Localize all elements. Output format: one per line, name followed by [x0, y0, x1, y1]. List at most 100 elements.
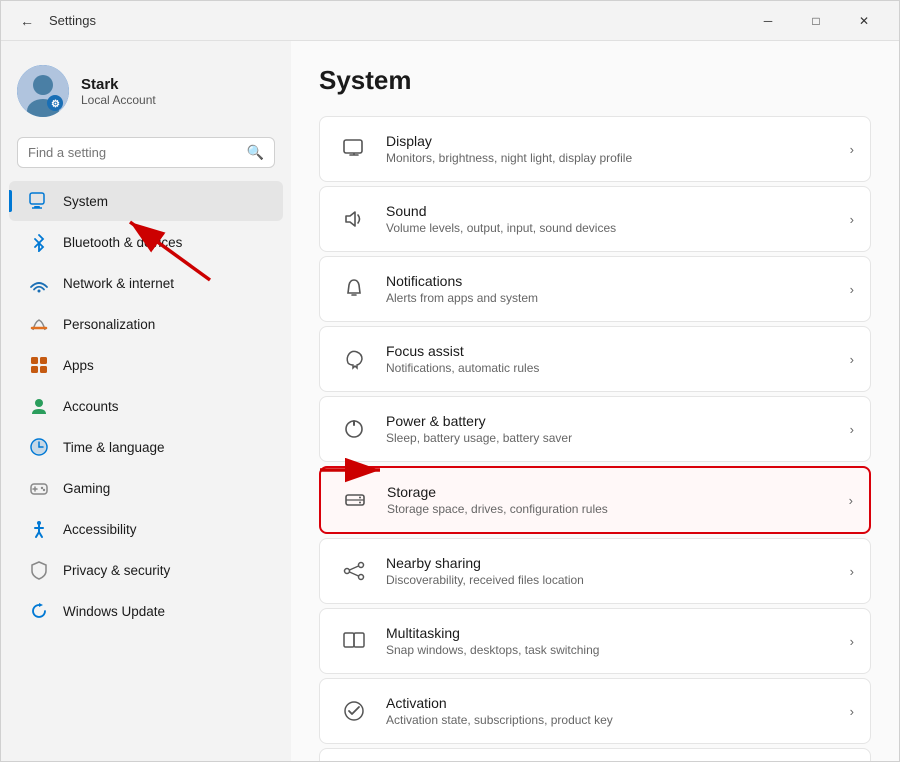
accounts-icon: [29, 396, 49, 416]
sidebar-item-bluetooth-label: Bluetooth & devices: [63, 235, 182, 250]
sidebar-item-privacy[interactable]: Privacy & security: [9, 550, 283, 590]
minimize-button[interactable]: ─: [745, 5, 791, 37]
system-icon: [29, 191, 49, 211]
sidebar-item-windows-update-label: Windows Update: [63, 604, 165, 619]
sidebar-item-personalization[interactable]: Personalization: [9, 304, 283, 344]
window-controls: ─ □ ✕: [745, 5, 887, 37]
gaming-icon: [29, 478, 49, 498]
multitasking-text: Multitasking Snap windows, desktops, tas…: [386, 625, 842, 657]
activation-title: Activation: [386, 695, 842, 711]
settings-item-display[interactable]: Display Monitors, brightness, night ligh…: [319, 116, 871, 182]
sidebar-item-network[interactable]: Network & internet: [9, 263, 283, 303]
sidebar-item-bluetooth[interactable]: Bluetooth & devices: [9, 222, 283, 262]
profile-section[interactable]: ⚙ Stark Local Account: [1, 57, 291, 137]
notifications-icon: [336, 271, 372, 307]
power-desc: Sleep, battery usage, battery saver: [386, 431, 842, 445]
profile-sub: Local Account: [81, 93, 156, 107]
sidebar-item-time-label: Time & language: [63, 440, 165, 455]
activation-chevron: ›: [850, 704, 854, 719]
sidebar-item-accounts[interactable]: Accounts: [9, 386, 283, 426]
settings-item-focus[interactable]: Focus assist Notifications, automatic ru…: [319, 326, 871, 392]
display-chevron: ›: [850, 142, 854, 157]
sidebar-item-apps-label: Apps: [63, 358, 94, 373]
profile-info: Stark Local Account: [81, 76, 156, 107]
sidebar-item-accessibility-label: Accessibility: [63, 522, 137, 537]
sidebar-item-windows-update[interactable]: Windows Update: [9, 591, 283, 631]
settings-item-notifications[interactable]: Notifications Alerts from apps and syste…: [319, 256, 871, 322]
nearby-icon: [336, 553, 372, 589]
focus-text: Focus assist Notifications, automatic ru…: [386, 343, 842, 375]
sidebar-item-system[interactable]: System: [9, 181, 283, 221]
search-input[interactable]: [28, 145, 239, 160]
sound-chevron: ›: [850, 212, 854, 227]
window-title: Settings: [49, 13, 745, 28]
maximize-button[interactable]: □: [793, 5, 839, 37]
content-area: ⚙ Stark Local Account 🔍 Sy: [1, 41, 899, 761]
sidebar-item-apps[interactable]: Apps: [9, 345, 283, 385]
personalization-icon: [29, 314, 49, 334]
nearby-chevron: ›: [850, 564, 854, 579]
activation-text: Activation Activation state, subscriptio…: [386, 695, 842, 727]
sidebar-item-privacy-label: Privacy & security: [63, 563, 170, 578]
focus-icon: [336, 341, 372, 377]
settings-item-power[interactable]: Power & battery Sleep, battery usage, ba…: [319, 396, 871, 462]
activation-icon: [336, 693, 372, 729]
sidebar-nav: System Bluetooth & devices: [1, 180, 291, 632]
settings-item-storage[interactable]: Storage Storage space, drives, configura…: [319, 466, 871, 534]
focus-chevron: ›: [850, 352, 854, 367]
search-icon: 🔍: [247, 144, 264, 161]
profile-name: Stark: [81, 76, 156, 93]
power-chevron: ›: [850, 422, 854, 437]
display-icon: [336, 131, 372, 167]
display-text: Display Monitors, brightness, night ligh…: [386, 133, 842, 165]
settings-item-activation[interactable]: Activation Activation state, subscriptio…: [319, 678, 871, 744]
storage-icon: [337, 482, 373, 518]
notifications-desc: Alerts from apps and system: [386, 291, 842, 305]
storage-title: Storage: [387, 484, 841, 500]
search-box[interactable]: 🔍: [17, 137, 275, 168]
settings-window: ← Settings ─ □ ✕ ⚙: [0, 0, 900, 762]
avatar: ⚙: [17, 65, 69, 117]
privacy-icon: [29, 560, 49, 580]
power-text: Power & battery Sleep, battery usage, ba…: [386, 413, 842, 445]
sidebar: ⚙ Stark Local Account 🔍 Sy: [1, 41, 291, 761]
back-button[interactable]: ←: [13, 7, 41, 35]
sidebar-item-personalization-label: Personalization: [63, 317, 155, 332]
svg-text:⚙: ⚙: [51, 99, 60, 110]
sidebar-item-time[interactable]: Time & language: [9, 427, 283, 467]
display-title: Display: [386, 133, 842, 149]
multitasking-title: Multitasking: [386, 625, 842, 641]
nearby-text: Nearby sharing Discoverability, received…: [386, 555, 842, 587]
sound-icon: [336, 201, 372, 237]
windows-update-icon: [29, 601, 49, 621]
display-desc: Monitors, brightness, night light, displ…: [386, 151, 842, 165]
settings-item-troubleshoot[interactable]: Troubleshoot ›: [319, 748, 871, 761]
titlebar: ← Settings ─ □ ✕: [1, 1, 899, 41]
activation-desc: Activation state, subscriptions, product…: [386, 713, 842, 727]
sidebar-item-accessibility[interactable]: Accessibility: [9, 509, 283, 549]
sound-text: Sound Volume levels, output, input, soun…: [386, 203, 842, 235]
sidebar-item-gaming[interactable]: Gaming: [9, 468, 283, 508]
storage-desc: Storage space, drives, configuration rul…: [387, 502, 841, 516]
page-title: System: [319, 65, 871, 96]
focus-desc: Notifications, automatic rules: [386, 361, 842, 375]
focus-title: Focus assist: [386, 343, 842, 359]
accessibility-icon: [29, 519, 49, 539]
multitasking-desc: Snap windows, desktops, task switching: [386, 643, 842, 657]
multitasking-icon: [336, 623, 372, 659]
notifications-text: Notifications Alerts from apps and syste…: [386, 273, 842, 305]
storage-text: Storage Storage space, drives, configura…: [387, 484, 841, 516]
apps-icon: [29, 355, 49, 375]
sidebar-item-system-label: System: [63, 194, 108, 209]
time-icon: [29, 437, 49, 457]
settings-item-nearby[interactable]: Nearby sharing Discoverability, received…: [319, 538, 871, 604]
settings-item-multitasking[interactable]: Multitasking Snap windows, desktops, tas…: [319, 608, 871, 674]
close-button[interactable]: ✕: [841, 5, 887, 37]
notifications-chevron: ›: [850, 282, 854, 297]
main-content: System Display Monitors, brightness, nig…: [291, 41, 899, 761]
sidebar-item-network-label: Network & internet: [63, 276, 174, 291]
network-icon: [29, 273, 49, 293]
nearby-desc: Discoverability, received files location: [386, 573, 842, 587]
settings-item-sound[interactable]: Sound Volume levels, output, input, soun…: [319, 186, 871, 252]
bluetooth-icon: [29, 232, 49, 252]
